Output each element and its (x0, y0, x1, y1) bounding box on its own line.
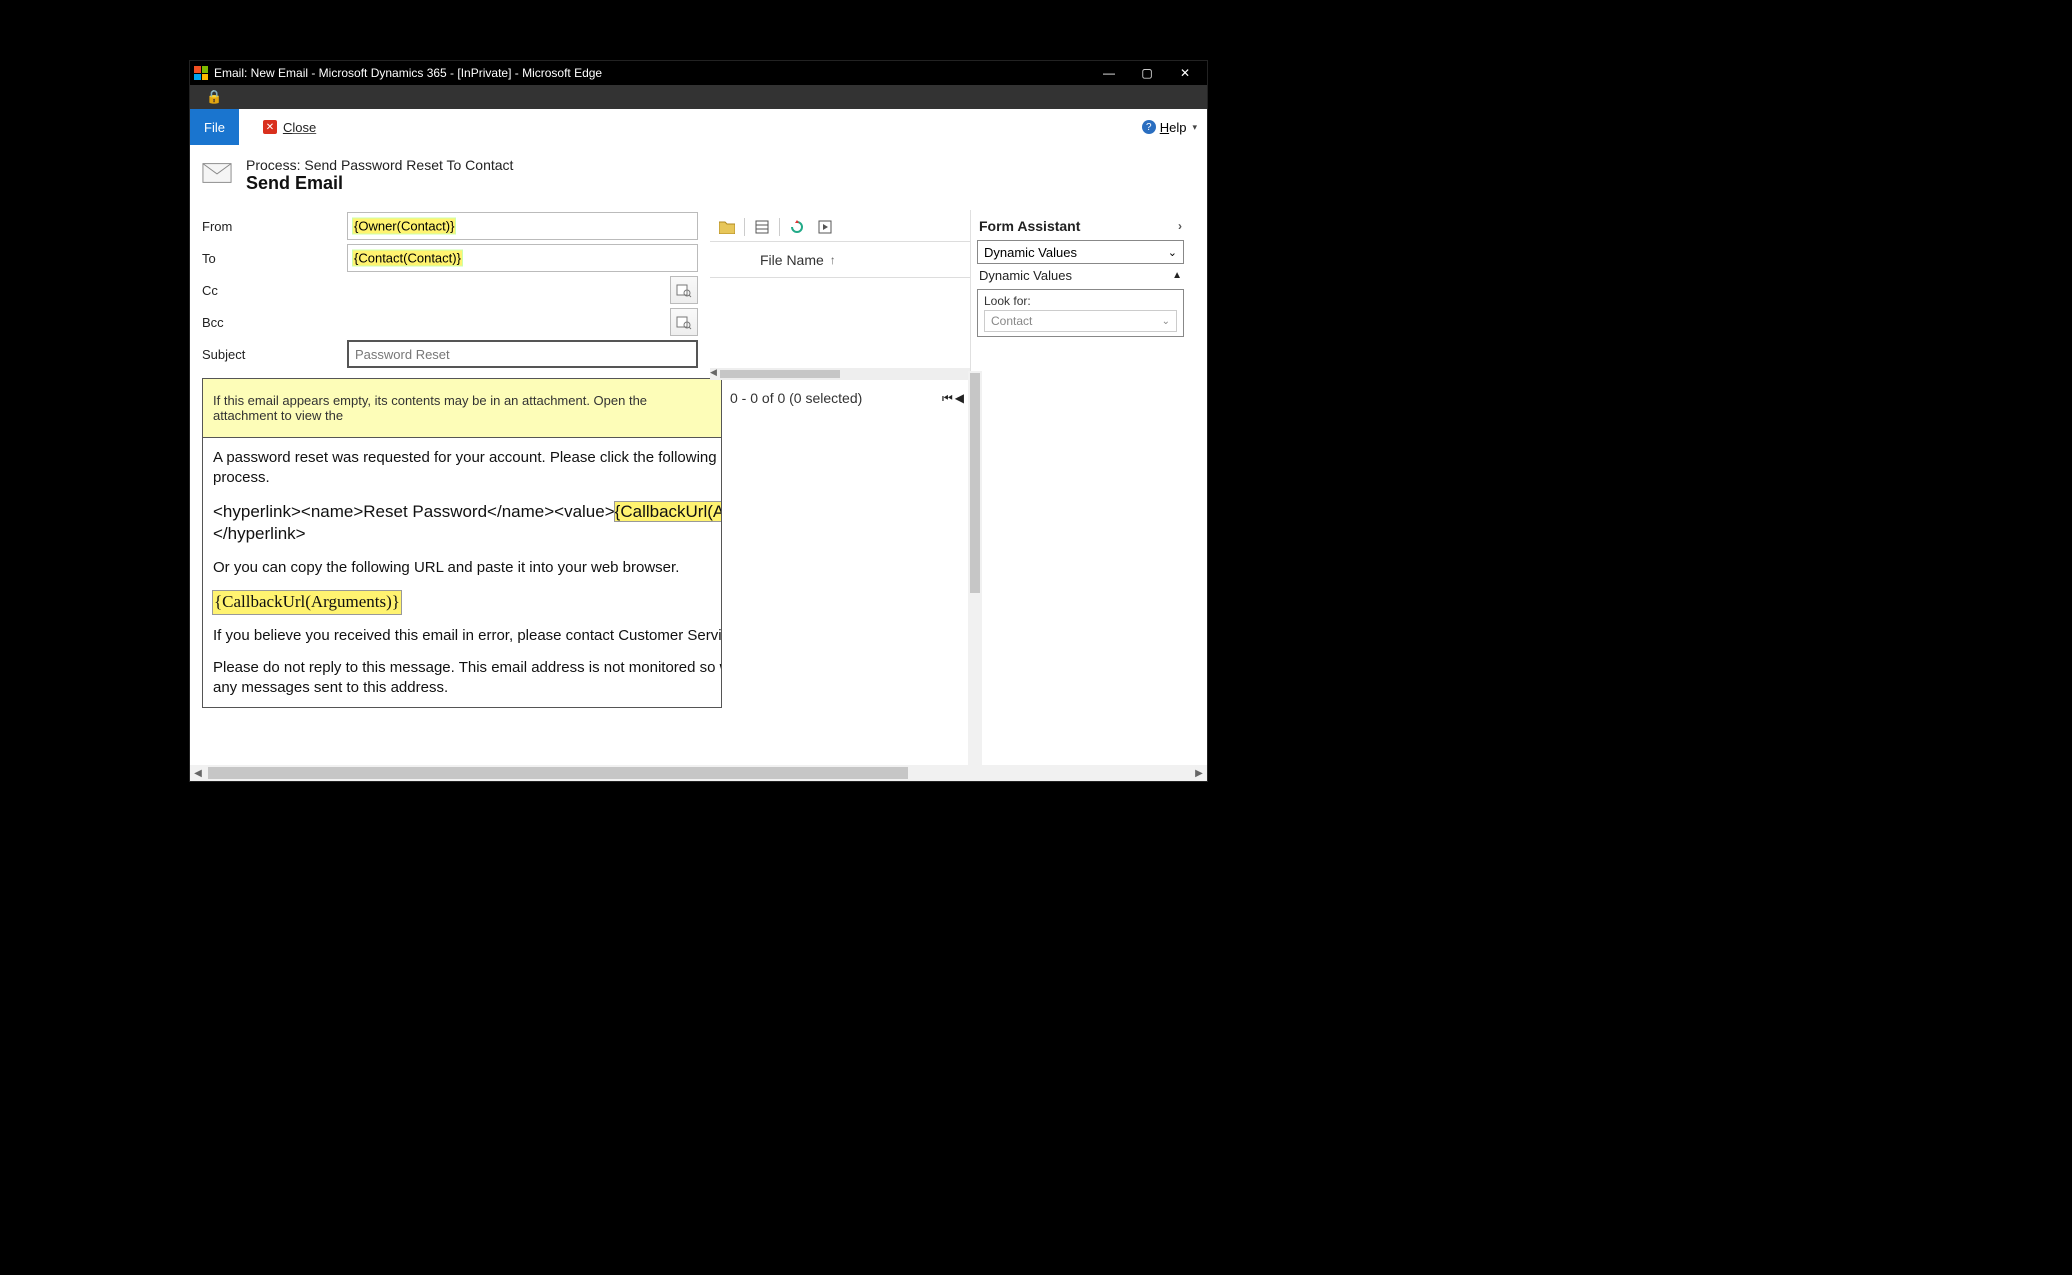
help-label: Help (1160, 120, 1187, 135)
look-for-value: Contact (991, 314, 1032, 328)
lock-icon: 🔒 (206, 89, 222, 105)
callback-token-1[interactable]: {CallbackUrl(Argum (615, 502, 722, 521)
play-icon[interactable] (814, 216, 836, 238)
help-button[interactable]: ? Help ▾ (1142, 109, 1197, 145)
form-assistant-pane: Form Assistant › Dynamic Values ⌄ Dynami… (970, 210, 1190, 708)
sort-asc-icon: ↑ (830, 253, 836, 267)
list-icon[interactable] (751, 216, 773, 238)
to-label: To (202, 251, 347, 266)
process-line: Process: Send Password Reset To Contact (246, 157, 513, 173)
maximize-button[interactable]: ▢ (1137, 66, 1157, 80)
file-list-hscroll[interactable]: ◀ (710, 368, 970, 380)
file-list (710, 278, 970, 368)
hyperlink-prefix: <hyperlink><name>Reset Password</name><v… (213, 502, 615, 521)
to-token[interactable]: {Contact(Contact)} (353, 251, 462, 266)
content-area: Process: Send Password Reset To Contact … (190, 145, 1207, 765)
chevron-down-icon: ⌄ (1162, 316, 1170, 327)
body-p3: Or you can copy the following URL and pa… (213, 558, 711, 578)
dynamic-values-section[interactable]: Dynamic Values ▲ (977, 264, 1184, 287)
body-p1: A password reset was requested for your … (213, 449, 722, 466)
subject-label: Subject (202, 347, 347, 362)
close-icon: ✕ (263, 120, 277, 134)
email-fields: From {Owner(Contact)} To {Contact(Contac… (190, 210, 710, 708)
close-button[interactable]: ✕ Close (253, 109, 326, 145)
content-vscroll[interactable] (968, 371, 982, 765)
chevron-down-icon: ⌄ (1168, 246, 1177, 259)
email-body[interactable]: A password reset was requested for your … (202, 438, 722, 708)
app-logo-icon (194, 66, 208, 80)
cc-label: Cc (202, 283, 347, 298)
mail-icon (202, 162, 232, 189)
body-p6b: any messages sent to this address. (213, 679, 448, 696)
cc-lookup-button[interactable] (670, 276, 698, 304)
titlebar: Email: New Email - Microsoft Dynamics 36… (190, 61, 1207, 85)
look-for-dropdown[interactable]: Contact ⌄ (984, 310, 1177, 332)
chevron-up-icon: ▲ (1172, 270, 1182, 281)
minimize-button[interactable]: — (1099, 66, 1119, 80)
selection-summary: 0 - 0 of 0 (0 selected) (730, 390, 862, 406)
chevron-down-icon: ▾ (1192, 122, 1197, 133)
selection-summary-row: 0 - 0 of 0 (0 selected) ⏮ ◀ (710, 380, 970, 416)
close-label: Close (283, 120, 316, 135)
content-hscroll[interactable]: ◀ ▶ (190, 765, 1207, 781)
help-icon: ? (1142, 120, 1156, 134)
attachment-warning: If this email appears empty, its content… (202, 378, 722, 438)
body-p1b: process. (213, 469, 270, 486)
window-title: Email: New Email - Microsoft Dynamics 36… (214, 66, 1099, 80)
from-token[interactable]: {Owner(Contact)} (353, 219, 455, 234)
ribbon: File ✕ Close ? Help ▾ (190, 109, 1207, 145)
first-page-icon[interactable]: ⏮ (942, 391, 953, 406)
scroll-right-icon[interactable]: ▶ (1191, 768, 1207, 779)
bcc-label: Bcc (202, 315, 347, 330)
scroll-left-icon[interactable]: ◀ (190, 768, 206, 779)
app-window: Email: New Email - Microsoft Dynamics 36… (190, 61, 1207, 781)
look-for-box: Look for: Contact ⌄ (977, 289, 1184, 337)
collapse-icon[interactable]: › (1178, 219, 1182, 233)
bcc-lookup-button[interactable] (670, 308, 698, 336)
body-p6: Please do not reply to this message. Thi… (213, 659, 722, 676)
attachments-pane: File Name ↑ ◀ 0 - 0 of 0 (0 selected) ⏮ … (710, 210, 970, 708)
attachments-toolbar (710, 212, 970, 242)
file-name-label: File Name (760, 252, 824, 268)
refresh-icon[interactable] (786, 216, 808, 238)
assistant-mode-dropdown[interactable]: Dynamic Values ⌄ (977, 240, 1184, 264)
page-title: Send Email (246, 173, 513, 194)
folder-icon[interactable] (716, 216, 738, 238)
cc-input[interactable] (347, 276, 698, 304)
hyperlink-close: </hyperlink> (213, 524, 306, 543)
file-name-header[interactable]: File Name ↑ (710, 242, 970, 278)
look-for-label: Look for: (984, 294, 1177, 308)
callback-token-2[interactable]: {CallbackUrl(Arguments)} (213, 591, 401, 614)
bcc-input[interactable] (347, 308, 698, 336)
dynamic-values-label: Dynamic Values (979, 268, 1072, 283)
form-assistant-title: Form Assistant (979, 218, 1080, 234)
assistant-mode-value: Dynamic Values (984, 245, 1077, 260)
close-window-button[interactable]: ✕ (1175, 66, 1195, 80)
body-p5: If you believe you received this email i… (213, 626, 711, 646)
prev-page-icon[interactable]: ◀ (955, 391, 964, 406)
file-tab[interactable]: File (190, 109, 239, 145)
from-label: From (202, 219, 347, 234)
file-tab-label: File (204, 120, 225, 135)
form-header: Process: Send Password Reset To Contact … (190, 145, 1207, 210)
subject-input[interactable] (347, 340, 698, 368)
security-bar: 🔒 (190, 85, 1207, 109)
